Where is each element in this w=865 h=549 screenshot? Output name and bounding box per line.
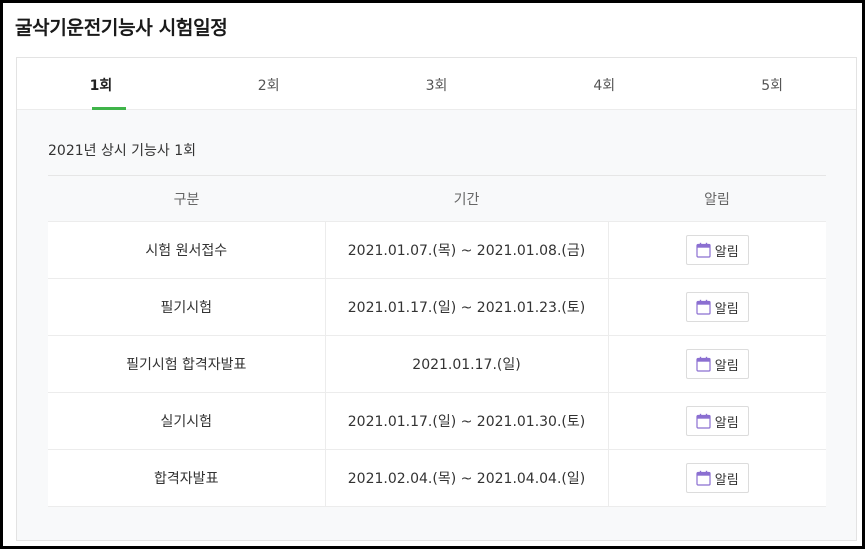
alarm-button-label: 알림	[714, 358, 739, 374]
page-title: 굴삭기운전기능사 시험일정	[15, 17, 228, 39]
row-alarm-cell: 알림	[608, 335, 826, 393]
row-period: 2021.01.17.(일)	[325, 335, 609, 393]
row-category: 합격자발표	[48, 449, 326, 507]
table-row: 시험 원서접수 2021.01.07.(목) ~ 2021.01.08.(금) …	[48, 221, 826, 279]
calendar-icon	[696, 470, 711, 486]
tab-label: 2회	[257, 77, 280, 94]
header-alarm: 알림	[608, 175, 826, 222]
row-category: 시험 원서접수	[48, 221, 326, 279]
tab-round-1[interactable]: 1회	[17, 58, 185, 110]
row-alarm-cell: 알림	[608, 278, 826, 336]
screenshot-frame: 굴삭기운전기능사 시험일정 1회 2회 3회 4회 5회 2021년 상시 기능…	[0, 0, 865, 549]
table-row: 필기시험 2021.01.17.(일) ~ 2021.01.23.(토) 알림	[48, 278, 826, 336]
calendar-icon	[696, 413, 711, 429]
calendar-icon	[696, 356, 711, 372]
header-category: 구분	[48, 175, 325, 222]
row-period: 2021.01.17.(일) ~ 2021.01.30.(토)	[325, 392, 609, 450]
row-alarm-cell: 알림	[608, 392, 826, 450]
tab-round-2[interactable]: 2회	[185, 58, 353, 109]
alarm-button[interactable]: 알림	[685, 235, 749, 265]
calendar-icon	[696, 242, 711, 258]
tab-label: 5회	[761, 77, 783, 94]
row-period: 2021.02.04.(목) ~ 2021.04.04.(일)	[325, 449, 609, 507]
row-category: 실기시험	[48, 392, 326, 450]
table-header-row: 구분 기간 알림	[48, 175, 826, 222]
table-row: 실기시험 2021.01.17.(일) ~ 2021.01.30.(토) 알림	[48, 392, 826, 450]
alarm-button-label: 알림	[714, 244, 739, 260]
alarm-button-label: 알림	[714, 301, 739, 317]
schedule-table: 구분 기간 알림 시험 원서접수 2021.01.07.(목) ~ 2021.0…	[48, 175, 826, 507]
tab-round-4[interactable]: 4회	[520, 58, 688, 109]
calendar-icon	[696, 299, 711, 315]
tab-label: 1회	[89, 77, 113, 94]
schedule-panel: 1회 2회 3회 4회 5회 2021년 상시 기능사 1회 구분 기간 알림 …	[16, 57, 857, 541]
alarm-button[interactable]: 알림	[685, 463, 749, 493]
tab-round-5[interactable]: 5회	[688, 58, 856, 109]
row-category: 필기시험 합격자발표	[48, 335, 326, 393]
row-alarm-cell: 알림	[608, 449, 826, 507]
round-tabs: 1회 2회 3회 4회 5회	[17, 58, 856, 110]
tab-label: 3회	[425, 77, 448, 94]
alarm-button[interactable]: 알림	[685, 292, 749, 322]
table-row: 합격자발표 2021.02.04.(목) ~ 2021.04.04.(일) 알림	[48, 449, 826, 507]
row-category: 필기시험	[48, 278, 326, 336]
table-row: 필기시험 합격자발표 2021.01.17.(일) 알림	[48, 335, 826, 393]
tab-round-3[interactable]: 3회	[353, 58, 521, 109]
header-period: 기간	[325, 175, 608, 222]
row-alarm-cell: 알림	[608, 221, 826, 279]
alarm-button[interactable]: 알림	[685, 406, 749, 436]
alarm-button-label: 알림	[714, 415, 739, 431]
row-period: 2021.01.17.(일) ~ 2021.01.23.(토)	[325, 278, 609, 336]
alarm-button-label: 알림	[714, 472, 739, 488]
row-period: 2021.01.07.(목) ~ 2021.01.08.(금)	[325, 221, 609, 279]
active-tab-indicator	[92, 107, 126, 110]
tab-label: 4회	[593, 77, 616, 94]
alarm-button[interactable]: 알림	[685, 349, 749, 379]
section-title: 2021년 상시 기능사 1회	[48, 143, 197, 159]
